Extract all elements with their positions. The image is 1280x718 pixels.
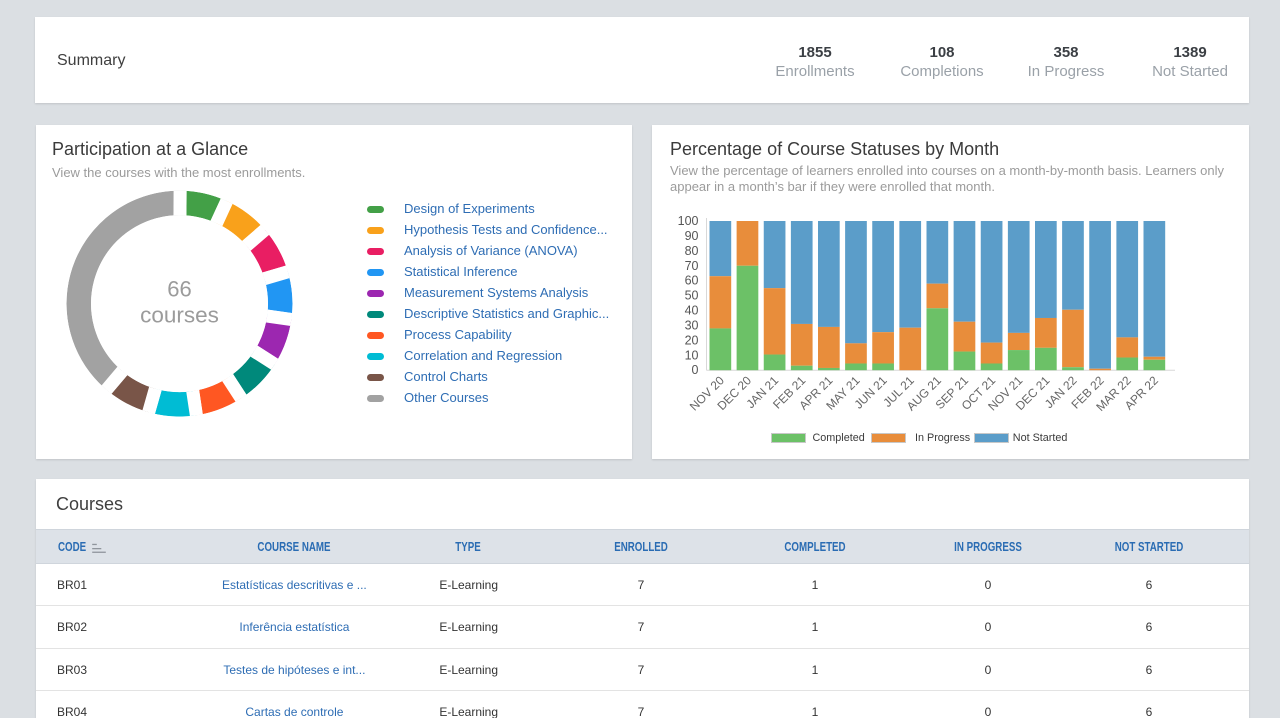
svg-text:100: 100 xyxy=(678,214,699,228)
svg-text:60: 60 xyxy=(685,274,699,288)
svg-text:0: 0 xyxy=(692,363,699,377)
svg-text:20: 20 xyxy=(685,333,699,347)
svg-text:courses: courses xyxy=(140,302,219,327)
svg-text:80: 80 xyxy=(685,244,699,258)
svg-text:30: 30 xyxy=(685,318,699,332)
svg-text:10: 10 xyxy=(685,348,699,362)
svg-text:70: 70 xyxy=(685,259,699,273)
svg-text:90: 90 xyxy=(685,229,699,243)
svg-text:66: 66 xyxy=(167,277,191,302)
svg-text:40: 40 xyxy=(685,304,699,318)
svg-text:50: 50 xyxy=(685,289,699,303)
